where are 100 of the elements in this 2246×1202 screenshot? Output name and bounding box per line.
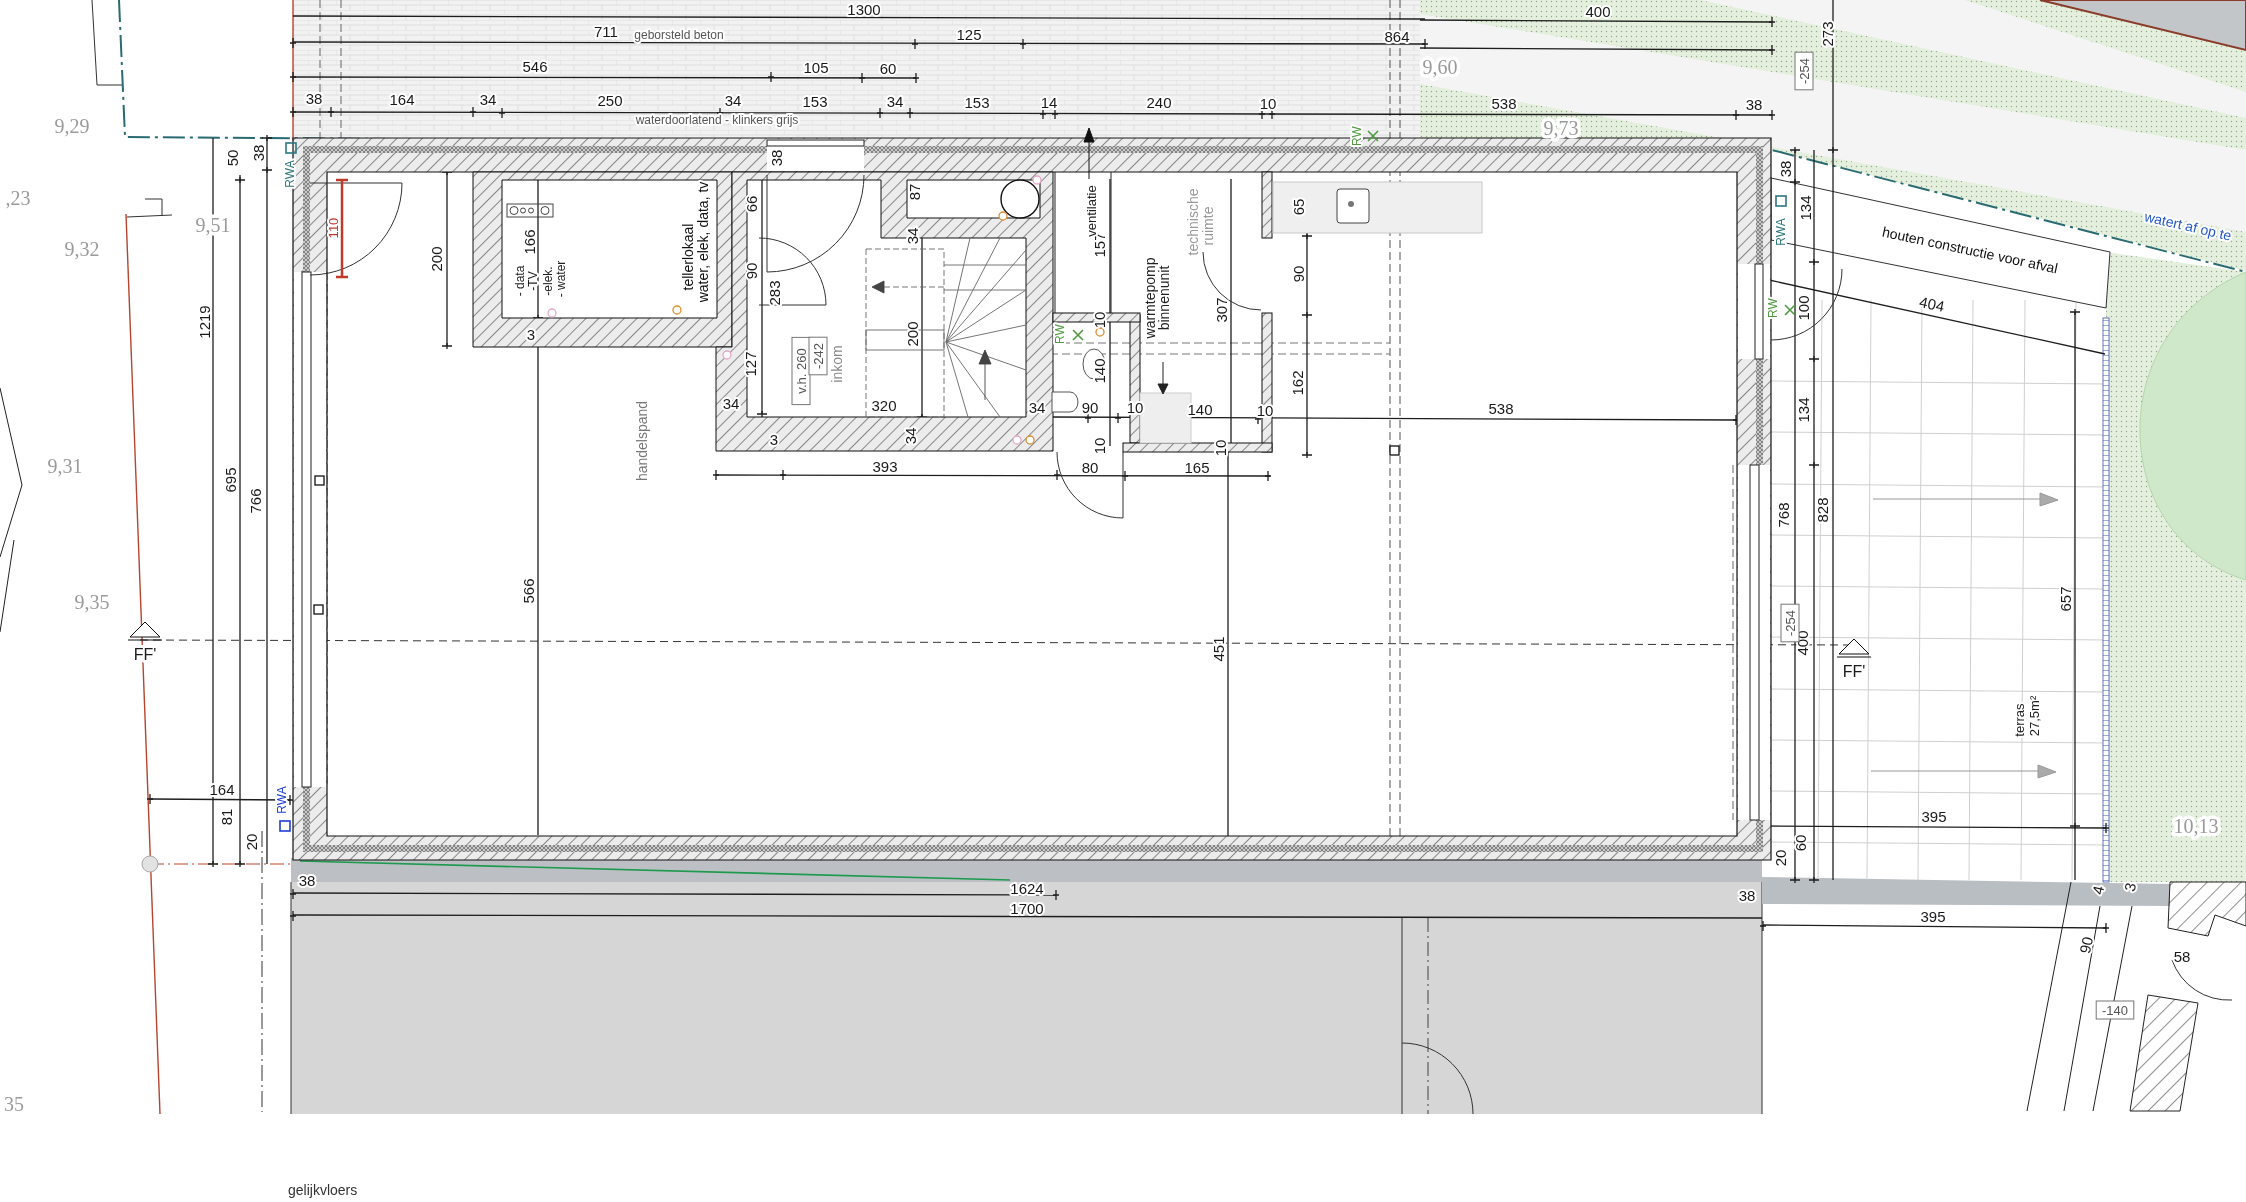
dimension-label: 200 — [903, 321, 921, 347]
meter-panel-icon — [506, 203, 554, 218]
dimension-label: 38 — [767, 149, 785, 167]
dimension-label: 768 — [1774, 502, 1792, 528]
elevation-label: 9,60 — [1422, 56, 1458, 78]
dimension-label: 166 — [520, 229, 538, 255]
dimension-label: 395 — [1920, 907, 1946, 925]
dimension-label: 400 — [1585, 2, 1611, 20]
dimension-label: 38 — [249, 144, 267, 162]
column-marker-icon — [313, 604, 324, 615]
dimension-label: 1624 — [1010, 879, 1044, 897]
room-label: ruimte — [1200, 206, 1216, 246]
cross-marker-icon — [1784, 304, 1796, 316]
dimension-label: 140 — [1187, 400, 1213, 418]
dimension-label: 538 — [1491, 94, 1517, 112]
dimension-label: 153 — [964, 93, 990, 111]
dimension-label: 250 — [597, 91, 623, 109]
drain-label: RW — [1053, 324, 1067, 344]
dimension-label: 34 — [1028, 398, 1046, 416]
annotation-label: geborsteld beton — [634, 28, 724, 42]
elevation-label: 9,35 — [74, 591, 110, 613]
column-marker-icon — [314, 475, 325, 486]
dimension-label: 34 — [722, 394, 740, 412]
room-label: inkom — [829, 345, 845, 383]
dimension-label: 165 — [1184, 458, 1210, 476]
dimension-label: 50 — [223, 149, 241, 167]
dimension-label: 766 — [246, 488, 264, 514]
dimension-label: 127 — [741, 351, 759, 377]
dimension-label: 10 — [1259, 94, 1277, 112]
drain-label: RWA — [283, 160, 297, 188]
dimension-label: 10 — [1126, 398, 1144, 416]
square-drain-icon — [1775, 195, 1787, 207]
dimension-label: 1219 — [195, 305, 213, 339]
dimension-label: 60 — [1791, 834, 1809, 852]
annotation-label: houten constructie voor afval — [1880, 223, 2060, 277]
dimension-label: 87 — [905, 183, 923, 201]
room-label: terras — [2011, 703, 2027, 737]
room-label: water, elek, data, tv — [695, 181, 711, 303]
dimension-label: 34 — [903, 227, 921, 245]
dimension-label: 864 — [1384, 27, 1410, 45]
cross-marker-icon — [1367, 130, 1379, 142]
dimension-label: 566 — [519, 578, 537, 604]
dimension-label: 10 — [1090, 437, 1108, 455]
dimension-label: 38 — [298, 871, 316, 889]
dimension-label: 20 — [242, 833, 260, 851]
dimension-label: 90 — [742, 262, 760, 280]
elevation-label: 10,13 — [2173, 815, 2219, 837]
dimension-label: 81 — [217, 808, 235, 826]
drain-label: RWA — [275, 786, 289, 814]
dimension-label: 657 — [2056, 586, 2074, 612]
outlet-icon — [672, 305, 682, 315]
arrow-icon — [1083, 127, 1095, 180]
dimension-label: 240 — [1146, 93, 1172, 111]
dimension-label: 200 — [427, 246, 445, 272]
arrow-icon — [1157, 361, 1169, 395]
room-label: - water — [554, 260, 568, 298]
dimension-label: 153 — [802, 92, 828, 110]
dimension-label: 58 — [2173, 947, 2191, 965]
door-swing — [1056, 451, 1124, 519]
dimension-label: 38 — [1776, 160, 1794, 178]
level-tag: -242 — [808, 336, 828, 376]
outlet-icon — [722, 350, 732, 360]
elevation-label: 9,29 — [54, 115, 90, 137]
elevation-label: ,23 — [5, 187, 31, 209]
dimension-label: 164 — [389, 90, 415, 108]
dimension-label: 1700 — [1010, 899, 1044, 917]
dimension-label: 3 — [2120, 881, 2140, 893]
square-drain-icon — [285, 142, 297, 154]
level-tag: -254 — [1794, 51, 1814, 91]
clearance-label: 110 — [325, 217, 341, 239]
level-tag: v.h. 260 — [791, 336, 811, 406]
slope-arrow-icon — [1872, 492, 2059, 507]
dimension-label: 404 — [1918, 293, 1946, 315]
square-drain-icon — [279, 820, 291, 832]
room-label: technische — [1185, 188, 1201, 256]
elevation-label: 9,32 — [64, 238, 100, 260]
dimension-label: 105 — [803, 58, 829, 76]
dimension-label: 125 — [956, 25, 982, 43]
dimension-label: 134 — [1794, 397, 1812, 423]
slope-arrow-icon — [1870, 764, 2057, 779]
dimension-label: 90 — [2075, 935, 2097, 955]
dimension-label: 711 — [594, 22, 618, 40]
section-label: FF' — [1842, 662, 1866, 680]
elevation-label: 35 — [4, 1093, 24, 1115]
room-label: tellerlokaal — [680, 223, 696, 291]
drain-label: RWA — [1774, 218, 1788, 246]
dimension-label: 828 — [1813, 497, 1831, 523]
room-label: - data — [513, 265, 527, 297]
dimension-label: 34 — [901, 427, 919, 445]
drain-label: RW — [1766, 298, 1780, 318]
site-line — [126, 198, 173, 218]
dimension-label: 90 — [1289, 265, 1307, 283]
dimension-label: 100 — [1794, 295, 1812, 321]
dimension-label: 4 — [2088, 884, 2108, 896]
floor-label: gelijkvloers — [288, 1182, 358, 1198]
outlet-icon — [547, 308, 557, 318]
section-marker-icon — [127, 621, 163, 641]
dimension-label: 393 — [872, 457, 898, 475]
dimension-label: 34 — [479, 90, 497, 108]
elevation-label: 9,31 — [47, 455, 83, 477]
